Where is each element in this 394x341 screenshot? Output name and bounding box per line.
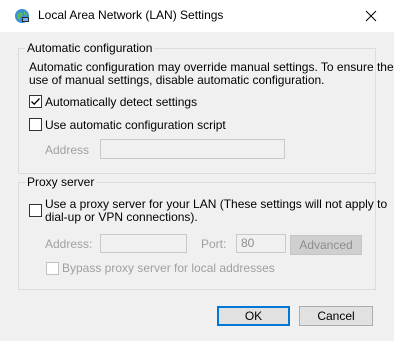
group-label: Automatic configuration [25,41,155,55]
checkmark-icon [31,98,40,106]
script-address-label: Address [45,143,90,157]
ok-button[interactable]: OK [217,306,290,326]
network-globe-icon [14,8,30,24]
use-proxy-label-line2[interactable]: dial-up or VPN connections). [45,210,198,224]
use-proxy-label-line1[interactable]: Use a proxy server for your LAN (These s… [45,197,387,211]
title-bar: Local Area Network (LAN) Settings [0,0,394,32]
auto-config-description-line2: use of manual settings, disable automati… [29,73,325,87]
close-button[interactable] [358,4,384,28]
auto-config-script-checkbox[interactable] [29,118,42,131]
cancel-button[interactable]: Cancel [299,306,373,326]
auto-detect-checkbox[interactable] [29,95,42,108]
port-field[interactable]: 80 [236,234,286,253]
close-icon [365,10,377,22]
auto-detect-label[interactable]: Automatically detect settings [45,95,197,109]
group-label: Proxy server [25,175,97,189]
advanced-button[interactable]: Advanced [290,235,362,255]
proxy-address-field[interactable] [100,234,187,253]
port-label: Port: [201,237,227,251]
bypass-local-checkbox[interactable] [46,262,59,275]
proxy-address-label: Address: [45,237,93,251]
auto-config-script-label[interactable]: Use automatic configuration script [45,118,226,132]
window-title: Local Area Network (LAN) Settings [38,8,224,22]
script-address-field[interactable] [100,139,285,159]
use-proxy-checkbox[interactable] [29,204,42,217]
bypass-local-label[interactable]: Bypass proxy server for local addresses [62,261,275,275]
